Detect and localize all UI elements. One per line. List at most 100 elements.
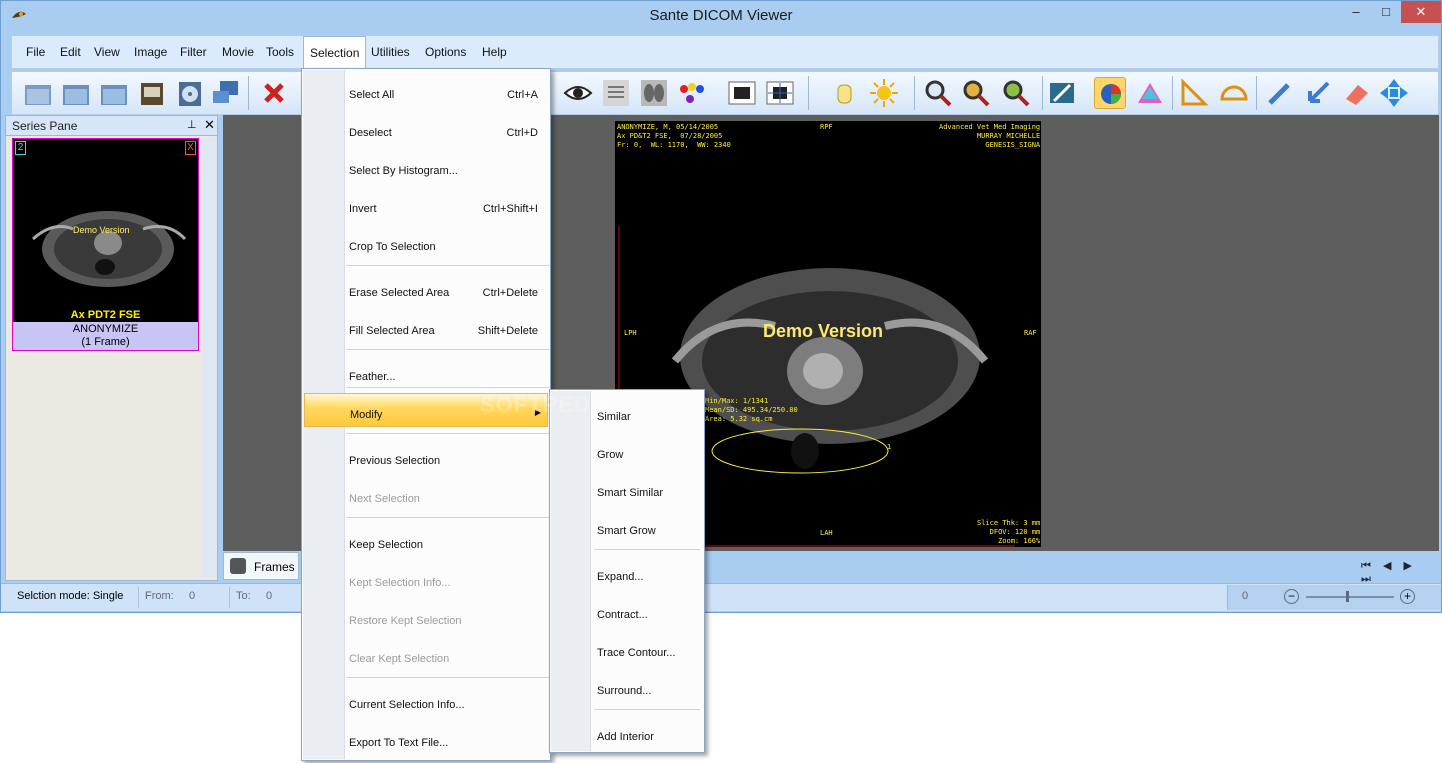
menu-help[interactable]: Help: [482, 45, 507, 59]
thumbnail-series-caption: Ax PDT2 FSE: [70, 309, 141, 321]
menu-item-crop-to-selection[interactable]: Crop To Selection: [304, 226, 548, 260]
toolbar-separator: [1172, 76, 1173, 110]
roi-color-icon[interactable]: [1094, 77, 1126, 109]
submenu-item-contract[interactable]: Contract...: [552, 594, 704, 628]
overlay-orientation-bottom: LAH: [820, 529, 833, 537]
menu-file[interactable]: File: [26, 45, 45, 59]
menu-options[interactable]: Options: [425, 45, 466, 59]
toolbar-separator: [914, 76, 915, 110]
menu-item-deselect[interactable]: Deselect Ctrl+D: [304, 112, 548, 146]
menu-item-invert[interactable]: Invert Ctrl+Shift+I: [304, 188, 548, 222]
crosshair-icon[interactable]: [764, 77, 796, 109]
zoom-fit-icon[interactable]: [1000, 77, 1032, 109]
status-divider: [229, 587, 230, 608]
thumbnail-demo-label: Demo Version: [73, 225, 130, 235]
submenu-item-smart-similar[interactable]: Smart Similar: [552, 472, 704, 506]
xray-chest-icon[interactable]: [600, 77, 632, 109]
brightness-icon[interactable]: [868, 77, 900, 109]
menu-item-export-to-text-file[interactable]: Export To Text File...: [304, 722, 548, 756]
cd-icon[interactable]: [174, 77, 206, 109]
folder-icon[interactable]: [98, 77, 130, 109]
submenu-item-add-interior[interactable]: Add Interior: [552, 716, 704, 750]
status-divider: [138, 587, 139, 608]
menu-item-clear-kept-selection[interactable]: Clear Kept Selection: [304, 638, 548, 672]
arrow-icon[interactable]: [1302, 77, 1334, 109]
palette-icon[interactable]: [1134, 77, 1166, 109]
zoom-out-button[interactable]: −: [1284, 589, 1299, 604]
maximize-button[interactable]: □: [1371, 1, 1401, 23]
menu-movie[interactable]: Movie: [222, 45, 254, 59]
first-frame-button[interactable]: ⏮: [1361, 560, 1371, 572]
delete-icon[interactable]: [258, 77, 290, 109]
window-icon[interactable]: [726, 77, 758, 109]
menu-separator: [346, 265, 550, 266]
menu-selection[interactable]: Selection: [303, 36, 367, 70]
minimize-button[interactable]: –: [1341, 1, 1371, 23]
close-button[interactable]: ✕: [1401, 1, 1441, 23]
modify-submenu: Similar Grow Smart Similar Smart Grow Ex…: [549, 389, 705, 753]
menu-item-feather[interactable]: Feather...: [304, 356, 548, 390]
submenu-item-trace-contour[interactable]: Trace Contour...: [552, 632, 704, 666]
zoom-control: 0 − +: [1227, 585, 1441, 610]
menu-item-keep-selection[interactable]: Keep Selection: [304, 524, 548, 558]
series-thumbnail[interactable]: 2 X Demo Version Ax PDT2 FSE ANONYMIZE (…: [12, 138, 199, 351]
pin-icon[interactable]: ⊥: [187, 118, 197, 131]
close-icon[interactable]: ✕: [204, 117, 215, 133]
overlay-orientation-top: RPF: [820, 123, 833, 131]
menu-item-select-all[interactable]: Select All Ctrl+A: [304, 74, 548, 108]
toolbar-separator: [1042, 76, 1043, 110]
menu-item-kept-selection-info[interactable]: Kept Selection Info...: [304, 562, 548, 596]
submenu-item-grow[interactable]: Grow: [552, 434, 704, 468]
thumbnail-footer: ANONYMIZE (1 Frame): [13, 322, 198, 350]
next-frame-button[interactable]: ▶: [1404, 560, 1412, 572]
toolbar-separator: [248, 76, 249, 110]
network-icon[interactable]: [210, 77, 242, 109]
open-folder-icon[interactable]: [22, 77, 54, 109]
menu-utilities[interactable]: Utilities: [371, 45, 410, 59]
tab-frames[interactable]: Frames: [223, 552, 299, 580]
menu-edit[interactable]: Edit: [60, 45, 81, 59]
submenu-item-smart-grow[interactable]: Smart Grow: [552, 510, 704, 544]
color-palette-icon[interactable]: [676, 77, 708, 109]
menu-view[interactable]: View: [94, 45, 120, 59]
menu-image[interactable]: Image: [134, 45, 167, 59]
previous-frame-button[interactable]: ◀: [1383, 560, 1391, 572]
submenu-item-expand[interactable]: Expand...: [552, 556, 704, 590]
from-value: 0: [189, 590, 196, 602]
thumbnail-patient: ANONYMIZE: [72, 323, 139, 335]
menu-item-erase-selected-area[interactable]: Erase Selected Area Ctrl+Delete: [304, 272, 548, 306]
hand-icon[interactable]: [828, 77, 860, 109]
series-pane-scrollbar[interactable]: [202, 138, 217, 578]
overlay-slice-info: Slice Thk: 3 mm DFOV: 120 mm Zoom: 166%: [977, 519, 1041, 545]
pencil-icon[interactable]: [1264, 77, 1296, 109]
eye-icon[interactable]: [562, 77, 594, 109]
thumbnail-image: 2 X Demo Version Ax PDT2 FSE: [13, 139, 198, 322]
series-pane: Series Pane ⊥ ✕ 2 X Demo Version Ax PDT2…: [5, 115, 218, 581]
triangle-ruler-icon[interactable]: [1178, 77, 1210, 109]
zoom-slider-thumb[interactable]: [1346, 591, 1349, 602]
submenu-item-surround[interactable]: Surround...: [552, 670, 704, 704]
menu-item-fill-selected-area[interactable]: Fill Selected Area Shift+Delete: [304, 310, 548, 344]
zoom-region-icon[interactable]: [960, 77, 992, 109]
menu-bar: File Edit View Image Filter Movie Tools …: [11, 35, 1439, 70]
zoom-in-button[interactable]: +: [1400, 589, 1415, 604]
menu-item-current-selection-info[interactable]: Current Selection Info...: [304, 684, 548, 718]
eraser-icon[interactable]: [1340, 77, 1372, 109]
zoom-slider[interactable]: [1306, 596, 1394, 598]
pen-icon[interactable]: [1046, 77, 1078, 109]
menu-tools[interactable]: Tools: [266, 45, 294, 59]
thumbnail-close-button[interactable]: X: [185, 141, 196, 155]
menu-item-select-by-histogram[interactable]: Select By Histogram...: [304, 150, 548, 184]
menu-item-restore-kept-selection[interactable]: Restore Kept Selection: [304, 600, 548, 634]
magnifier-icon[interactable]: [922, 77, 954, 109]
folder-icon[interactable]: [60, 77, 92, 109]
menu-separator: [346, 387, 550, 388]
scanner-icon[interactable]: [136, 77, 168, 109]
menu-filter[interactable]: Filter: [180, 45, 207, 59]
menu-item-previous-selection[interactable]: Previous Selection: [304, 440, 548, 474]
xray-lung-icon[interactable]: [638, 77, 670, 109]
menu-item-next-selection[interactable]: Next Selection: [304, 478, 548, 512]
move-icon[interactable]: [1378, 77, 1410, 109]
to-label: To:: [236, 590, 251, 602]
protractor-icon[interactable]: [1218, 77, 1250, 109]
